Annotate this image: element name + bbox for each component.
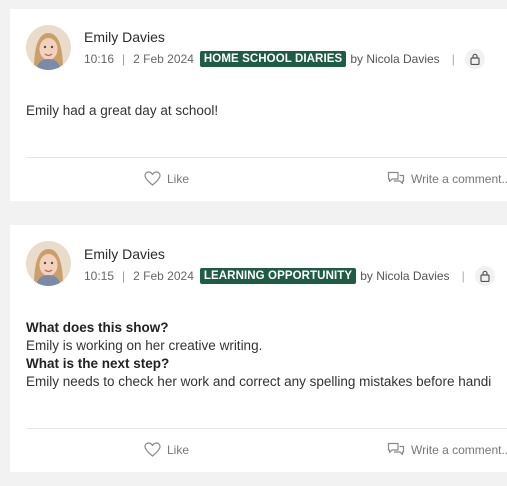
heart-icon <box>144 442 161 457</box>
comment-label: Write a comment... <box>411 172 507 186</box>
post-author[interactable]: Emily Davies <box>84 246 165 262</box>
post-feed: Emily Davies 10:16 | 2 Feb 2024 HOME SCH… <box>0 0 507 486</box>
post-body: What does this show? Emily is working on… <box>26 319 491 391</box>
answer-text: Emily needs to check her work and correc… <box>26 374 492 389</box>
divider <box>26 157 507 158</box>
question-heading: What does this show? <box>26 320 169 335</box>
meta-separator: | <box>451 52 455 66</box>
avatar[interactable] <box>26 25 71 70</box>
post-body: Emily had a great day at school! <box>26 103 219 118</box>
comment-button[interactable]: Write a comment... <box>387 442 507 458</box>
comment-label: Write a comment... <box>411 443 507 457</box>
post-date: 2 Feb 2024 <box>133 269 194 283</box>
post-date: 2 Feb 2024 <box>133 52 194 66</box>
category-tag[interactable]: HOME SCHOOL DIARIES <box>199 51 347 67</box>
heart-icon <box>144 171 161 186</box>
comment-icon <box>387 171 405 185</box>
post-card: Emily Davies 10:15 | 2 Feb 2024 LEARNING… <box>10 225 507 472</box>
lock-icon[interactable] <box>464 49 485 69</box>
answer-text: Emily is working on her creative writing… <box>26 338 263 353</box>
comment-button[interactable]: Write a comment... <box>387 171 507 187</box>
post-time: 10:15 <box>84 269 115 283</box>
post-author[interactable]: Emily Davies <box>84 29 165 45</box>
avatar[interactable] <box>26 241 71 286</box>
comment-icon <box>387 442 405 456</box>
like-button[interactable]: Like <box>144 442 189 457</box>
category-tag[interactable]: LEARNING OPPORTUNITY <box>199 268 357 284</box>
like-label: Like <box>167 171 190 186</box>
meta-separator: | <box>461 269 465 283</box>
post-meta: 10:16 | 2 Feb 2024 HOME SCHOOL DIARIES b… <box>84 49 485 69</box>
post-meta: 10:15 | 2 Feb 2024 LEARNING OPPORTUNITY … <box>84 266 495 286</box>
divider <box>26 428 507 429</box>
meta-separator: | <box>122 52 126 66</box>
post-by-line: by Nicola Davies <box>360 269 450 283</box>
post-time: 10:16 <box>84 52 115 66</box>
like-button[interactable]: Like <box>144 171 189 186</box>
question-heading: What is the next step? <box>26 356 170 371</box>
meta-separator: | <box>122 269 126 283</box>
post-by-line: by Nicola Davies <box>350 52 440 66</box>
post-card: Emily Davies 10:16 | 2 Feb 2024 HOME SCH… <box>10 9 507 201</box>
lock-icon[interactable] <box>474 266 495 286</box>
like-label: Like <box>167 442 190 457</box>
